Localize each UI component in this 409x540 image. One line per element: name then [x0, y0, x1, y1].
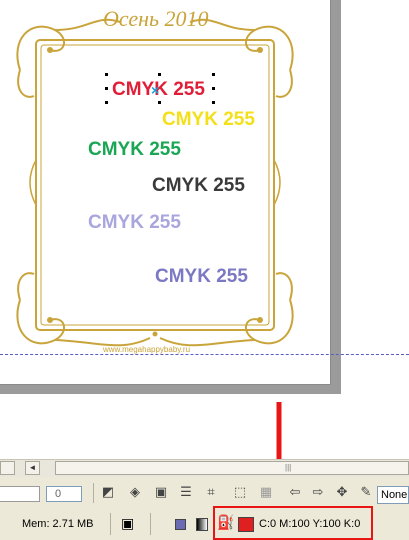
- guideline[interactable]: [0, 354, 409, 355]
- mesh-fill-icon[interactable]: ◈: [127, 484, 143, 500]
- arrow-left-icon[interactable]: ⇦: [287, 484, 303, 500]
- contour-icon[interactable]: ▣: [153, 484, 169, 500]
- horizontal-scrollbar[interactable]: ◄ |||: [0, 459, 409, 478]
- selection-handle-bl[interactable]: [104, 100, 109, 105]
- cmyk-text-dark[interactable]: CMYK 255: [152, 175, 245, 197]
- selection-handle-br[interactable]: [211, 100, 216, 105]
- drawing-canvas[interactable]: Осень 2010 CMYK 255 CMYK 255 CMYK 255 CM…: [0, 0, 409, 394]
- fill-color-swatch[interactable]: [175, 519, 186, 530]
- cmyk-text-violet[interactable]: CMYK 255: [155, 266, 248, 288]
- highlight-box: [213, 506, 373, 540]
- node-edit-icon[interactable]: ⌗: [203, 484, 219, 500]
- gradient-swatch[interactable]: [196, 518, 208, 531]
- memory-readout: Mem: 2.71 MB: [22, 518, 94, 530]
- arrow-right-icon[interactable]: ⇨: [310, 484, 326, 500]
- selection-center-icon: ×: [151, 82, 160, 98]
- scrollbar-grip-icon: |||: [285, 463, 292, 472]
- interactive-fill-icon[interactable]: ◩: [100, 484, 116, 500]
- page-title: Осень 2010: [103, 6, 209, 31]
- cmyk-text-green[interactable]: CMYK 255: [88, 139, 181, 161]
- size-field[interactable]: [0, 486, 40, 502]
- selection-handle-tc[interactable]: [157, 72, 162, 77]
- snapshot-icon[interactable]: ▣: [121, 515, 134, 532]
- toolbar-separator: [93, 483, 94, 503]
- align-icon[interactable]: ☰: [178, 484, 194, 500]
- shape-icon[interactable]: ⬚: [232, 484, 248, 500]
- spin-value-field[interactable]: 0: [46, 486, 82, 502]
- selection-handle-tr[interactable]: [211, 72, 216, 77]
- scroll-left-icon[interactable]: ◄: [25, 461, 40, 475]
- selection-handle-bc[interactable]: [157, 100, 162, 105]
- outline-width-select[interactable]: None: [377, 486, 409, 504]
- move-icon[interactable]: ✥: [334, 484, 350, 500]
- scroll-page-first-button[interactable]: [0, 461, 15, 475]
- cmyk-text-lavender[interactable]: CMYK 255: [88, 212, 181, 234]
- pen-icon[interactable]: ✎: [358, 484, 374, 500]
- selection-handle-tl[interactable]: [104, 72, 109, 77]
- website-url: www.megahappybaby.ru: [103, 345, 191, 354]
- page-shadow-bottom: [0, 385, 341, 394]
- weld-icon[interactable]: ▦: [258, 484, 274, 500]
- status-separator: [110, 513, 111, 535]
- page-shadow-right: [331, 0, 341, 394]
- property-bar: 0 ◩ ◈ ▣ ☰ ⌗ ⬚ ▦ ⇦ ⇨ ✥ ✎ None: [0, 477, 409, 508]
- status-separator: [150, 513, 151, 535]
- cmyk-text-yellow[interactable]: CMYK 255: [162, 109, 255, 131]
- selection-handle-mr[interactable]: [211, 86, 216, 91]
- selection-handle-ml[interactable]: [104, 86, 109, 91]
- scrollbar-thumb[interactable]: [55, 461, 409, 475]
